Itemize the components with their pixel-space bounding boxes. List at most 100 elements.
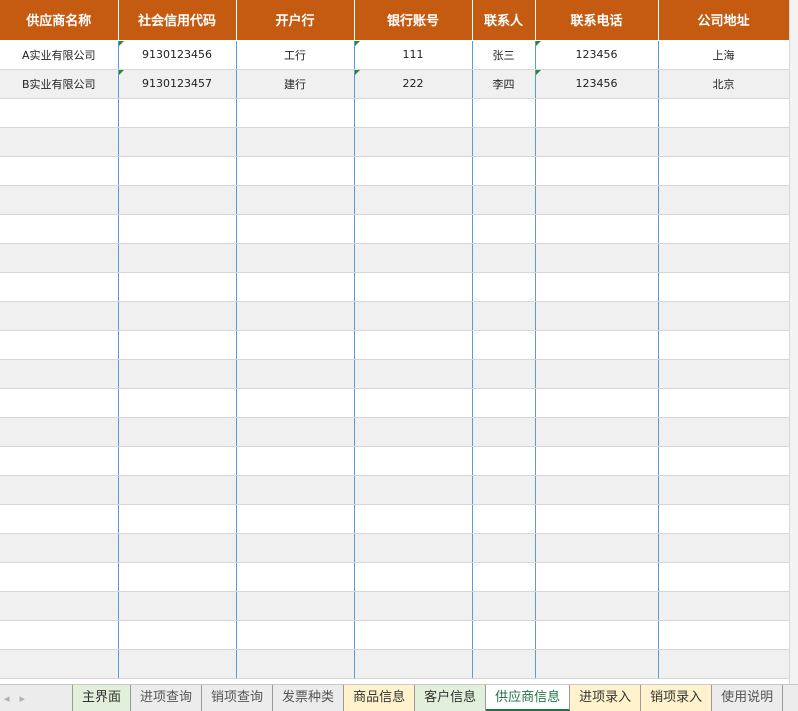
empty-cell[interactable]: [658, 649, 789, 679]
empty-cell[interactable]: [658, 388, 789, 418]
empty-cell[interactable]: [118, 649, 237, 679]
empty-cell[interactable]: [118, 359, 237, 389]
table-cell[interactable]: 123456: [535, 69, 659, 99]
empty-cell[interactable]: [118, 504, 237, 534]
table-cell[interactable]: 北京: [658, 69, 789, 99]
empty-cell[interactable]: [472, 185, 536, 215]
sheet-tab[interactable]: 进项查询: [131, 685, 203, 711]
empty-cell[interactable]: [658, 591, 789, 621]
empty-cell[interactable]: [658, 620, 789, 650]
empty-cell[interactable]: [535, 330, 659, 360]
empty-cell[interactable]: [0, 330, 119, 360]
empty-cell[interactable]: [658, 504, 789, 534]
empty-cell[interactable]: [658, 417, 789, 447]
empty-cell[interactable]: [658, 359, 789, 389]
empty-cell[interactable]: [118, 156, 237, 186]
empty-cell[interactable]: [118, 417, 237, 447]
empty-cell[interactable]: [118, 330, 237, 360]
empty-cell[interactable]: [118, 533, 237, 563]
empty-cell[interactable]: [535, 446, 659, 476]
sheet-tab[interactable]: 使用说明: [712, 685, 784, 711]
empty-cell[interactable]: [0, 301, 119, 331]
empty-cell[interactable]: [472, 475, 536, 505]
sheet-tab[interactable]: 销项录入: [641, 685, 713, 711]
table-cell[interactable]: 工行: [236, 40, 355, 70]
table-cell[interactable]: 上海: [658, 40, 789, 70]
empty-cell[interactable]: [354, 243, 473, 273]
empty-cell[interactable]: [658, 301, 789, 331]
empty-cell[interactable]: [472, 359, 536, 389]
sheet-tab[interactable]: 进项录入: [570, 685, 642, 711]
empty-cell[interactable]: [472, 243, 536, 273]
empty-cell[interactable]: [118, 127, 237, 157]
sheet-tab[interactable]: 商品信息: [344, 685, 416, 711]
empty-cell[interactable]: [0, 504, 119, 534]
empty-cell[interactable]: [354, 301, 473, 331]
empty-cell[interactable]: [354, 446, 473, 476]
empty-cell[interactable]: [236, 620, 355, 650]
table-cell[interactable]: 123456: [535, 40, 659, 70]
empty-cell[interactable]: [0, 388, 119, 418]
table-cell[interactable]: 111: [354, 40, 473, 70]
column-header[interactable]: 银行账号: [354, 0, 473, 41]
empty-cell[interactable]: [0, 214, 119, 244]
empty-cell[interactable]: [236, 475, 355, 505]
empty-cell[interactable]: [118, 272, 237, 302]
empty-cell[interactable]: [535, 301, 659, 331]
empty-cell[interactable]: [535, 243, 659, 273]
empty-cell[interactable]: [472, 330, 536, 360]
empty-cell[interactable]: [472, 562, 536, 592]
empty-cell[interactable]: [354, 359, 473, 389]
empty-cell[interactable]: [535, 156, 659, 186]
empty-cell[interactable]: [0, 156, 119, 186]
empty-cell[interactable]: [658, 446, 789, 476]
table-cell[interactable]: 张三: [472, 40, 536, 70]
empty-cell[interactable]: [118, 446, 237, 476]
empty-cell[interactable]: [236, 504, 355, 534]
empty-cell[interactable]: [535, 649, 659, 679]
empty-cell[interactable]: [535, 417, 659, 447]
empty-cell[interactable]: [0, 417, 119, 447]
table-cell[interactable]: 9130123457: [118, 69, 237, 99]
spreadsheet-grid[interactable]: 供应商名称 社会信用代码 开户行 银行账号 联系人 联系电话 公司地址 A实业有…: [0, 0, 789, 684]
empty-cell[interactable]: [472, 127, 536, 157]
empty-cell[interactable]: [472, 388, 536, 418]
empty-cell[interactable]: [118, 185, 237, 215]
empty-cell[interactable]: [354, 388, 473, 418]
next-sheet-icon[interactable]: ▸: [20, 692, 26, 705]
empty-cell[interactable]: [236, 649, 355, 679]
empty-cell[interactable]: [472, 98, 536, 128]
empty-cell[interactable]: [0, 562, 119, 592]
empty-cell[interactable]: [354, 591, 473, 621]
empty-cell[interactable]: [658, 243, 789, 273]
empty-cell[interactable]: [118, 214, 237, 244]
empty-cell[interactable]: [354, 214, 473, 244]
table-cell[interactable]: 9130123456: [118, 40, 237, 70]
empty-cell[interactable]: [236, 301, 355, 331]
empty-cell[interactable]: [118, 475, 237, 505]
table-cell[interactable]: B实业有限公司: [0, 69, 119, 99]
empty-cell[interactable]: [236, 446, 355, 476]
empty-cell[interactable]: [535, 475, 659, 505]
empty-cell[interactable]: [236, 243, 355, 273]
empty-cell[interactable]: [236, 156, 355, 186]
empty-cell[interactable]: [354, 475, 473, 505]
empty-cell[interactable]: [118, 301, 237, 331]
empty-cell[interactable]: [354, 504, 473, 534]
empty-cell[interactable]: [354, 330, 473, 360]
empty-cell[interactable]: [535, 127, 659, 157]
empty-cell[interactable]: [472, 533, 536, 563]
empty-cell[interactable]: [472, 446, 536, 476]
empty-cell[interactable]: [236, 98, 355, 128]
table-cell[interactable]: 222: [354, 69, 473, 99]
empty-cell[interactable]: [658, 475, 789, 505]
empty-cell[interactable]: [354, 533, 473, 563]
column-header[interactable]: 供应商名称: [0, 0, 119, 41]
empty-cell[interactable]: [0, 446, 119, 476]
empty-cell[interactable]: [535, 562, 659, 592]
empty-cell[interactable]: [0, 359, 119, 389]
empty-cell[interactable]: [472, 156, 536, 186]
empty-cell[interactable]: [472, 272, 536, 302]
empty-cell[interactable]: [472, 591, 536, 621]
empty-cell[interactable]: [236, 359, 355, 389]
